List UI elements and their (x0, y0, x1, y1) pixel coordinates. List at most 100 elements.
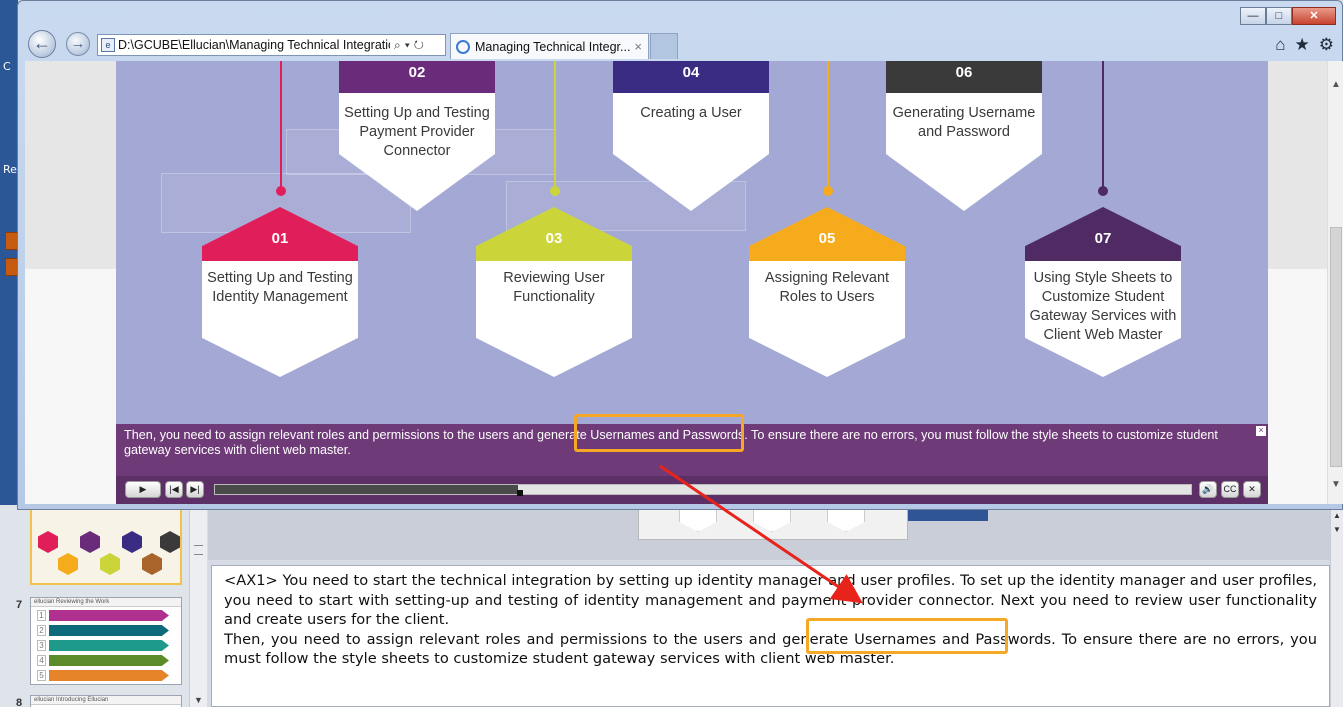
ie-icon (456, 39, 470, 54)
speaker-notes[interactable]: <AX1> You need to start the technical in… (211, 565, 1330, 707)
step-label-06: Generating Username and Password (892, 105, 1036, 140)
play-button[interactable]: ▶ (125, 481, 161, 498)
mini-hex-02 (58, 553, 78, 575)
slide-number-7: 7 (16, 599, 23, 611)
step-number-07: 07 (1094, 230, 1112, 247)
step-number-05: 05 (818, 230, 836, 247)
slide-thumbnail-6[interactable] (30, 505, 182, 585)
thumbnail-scrollbar[interactable]: ▼ (189, 505, 207, 707)
caption-close-icon[interactable]: × (1256, 426, 1266, 436)
step-label-02: Setting Up and Testing Payment Provider … (344, 105, 490, 159)
dot-03 (550, 186, 560, 196)
tab-title: Managing Technical Integr... (475, 39, 631, 54)
seek-progress (215, 485, 518, 494)
mini-number-5: 5 (37, 670, 46, 681)
step-card-07: 07 Using Style Sheets to Customize Stude… (1025, 207, 1181, 377)
step-card-06: 06 Generating Username and Password (886, 61, 1042, 211)
mini-hex-06 (142, 553, 162, 575)
caption-highlight-box (574, 414, 744, 452)
seek-bar[interactable] (214, 484, 1192, 496)
star-icon[interactable]: ★ (1295, 35, 1310, 55)
step-number-04: 04 (682, 64, 700, 81)
mini-number-2: 2 (37, 625, 46, 636)
notes-highlight-box (806, 618, 1008, 654)
scroll-up-icon[interactable]: ▲ (1333, 511, 1341, 520)
notes-paragraph-2: Then, you need to assign relevant roles … (224, 630, 1317, 669)
course-slide: 02 Setting Up and Testing Payment Provid… (116, 61, 1268, 424)
close-window-button[interactable]: ✕ (1292, 7, 1336, 25)
scroll-up-arrow-icon[interactable]: ▲ (1331, 79, 1341, 90)
scrollbar-grip[interactable] (194, 545, 203, 555)
next-button[interactable]: ▶| (186, 481, 204, 498)
step-card-03: 03 Reviewing User Functionality (476, 207, 632, 377)
step-number-02: 02 (408, 64, 426, 81)
player-close-button[interactable]: ✕ (1243, 481, 1261, 498)
seek-handle[interactable] (516, 490, 523, 496)
dot-05 (823, 186, 833, 196)
closed-caption-button[interactable]: CC (1221, 481, 1239, 498)
desktop-label-c: C (3, 60, 11, 73)
mini-bar-2 (49, 625, 169, 636)
dot-07 (1098, 186, 1108, 196)
tab-close-icon[interactable]: × (634, 39, 642, 54)
minimize-button[interactable]: — (1240, 7, 1266, 25)
desktop-label-re: Re (3, 163, 17, 176)
mini-hex-03 (80, 531, 100, 553)
connector-05 (827, 61, 829, 189)
address-text[interactable]: D:\GCUBE\Ellucian\Managing Technical Int… (118, 38, 390, 52)
previous-button[interactable]: |◀ (165, 481, 183, 498)
browser-toolbar-icons: ⌂ ★ ⚙ (1275, 35, 1334, 55)
mini-bar-3 (49, 640, 169, 651)
caption-text-before: Then, you need to assign relevant roles … (124, 428, 591, 442)
step-label-05: Assigning Relevant Roles to Users (764, 270, 890, 305)
forward-button[interactable]: → (66, 32, 90, 56)
connector-07 (1102, 61, 1104, 189)
window-controls: — □ ✕ (1240, 7, 1336, 25)
scroll-down-arrow-icon[interactable]: ▼ (194, 695, 203, 705)
slide-number-8: 8 (16, 697, 23, 707)
back-button[interactable]: ← (28, 30, 56, 58)
mini-number-4: 4 (37, 655, 46, 666)
step-label-04: Creating a User (640, 105, 742, 121)
player-controls: ▶ |◀ ▶| 🔊 CC ✕ (116, 476, 1268, 504)
mini-hex-01 (38, 531, 58, 553)
scroll-down-icon[interactable]: ▼ (1333, 525, 1341, 534)
page-icon: e (101, 38, 115, 52)
step-label-07: Using Style Sheets to Customize Student … (1029, 270, 1177, 343)
mini-bar-5 (49, 670, 169, 681)
notes-text-before: Then, you need to assign relevant roles … (224, 630, 855, 648)
step-number-06: 06 (955, 64, 973, 81)
step-label-01: Setting Up and Testing Identity Manageme… (207, 270, 353, 305)
browser-scrollbar[interactable]: ▲ ▼ (1327, 61, 1343, 504)
mini-bar-1 (49, 610, 169, 621)
thumbnail-header-8: ellucian Introducing Ellucian (31, 696, 181, 705)
mini-number-3: 3 (37, 640, 46, 651)
scroll-down-arrow-icon[interactable]: ▼ (1331, 479, 1341, 490)
maximize-button[interactable]: □ (1266, 7, 1292, 25)
volume-icon[interactable]: 🔊 (1199, 481, 1217, 498)
slide-thumbnail-7[interactable]: ellucian Reviewing the Work 1 2 3 4 5 (30, 597, 182, 685)
slide-thumbnail-8[interactable]: ellucian Introducing Ellucian (30, 695, 182, 707)
new-tab-button[interactable] (650, 33, 678, 59)
mini-bar-4 (49, 655, 169, 666)
notes-paragraph-1: <AX1> You need to start the technical in… (224, 572, 1317, 628)
browser-scroll-thumb[interactable] (1330, 227, 1342, 467)
address-tools[interactable]: ⌕▾↻ (394, 38, 428, 53)
dot-01 (276, 186, 286, 196)
mini-hex-07 (160, 531, 180, 553)
slide-preview-peek (638, 505, 908, 540)
thumbnail-header: ellucian Reviewing the Work (31, 598, 181, 607)
mini-number-1: 1 (37, 610, 46, 621)
step-card-05: 05 Assigning Relevant Roles to Users (749, 207, 905, 377)
connector-01 (280, 61, 282, 189)
mini-hex-04 (100, 553, 120, 575)
connector-03 (554, 61, 556, 189)
home-icon[interactable]: ⌂ (1275, 35, 1285, 55)
step-label-03: Reviewing User Functionality (503, 270, 605, 305)
address-bar[interactable]: e D:\GCUBE\Ellucian\Managing Technical I… (97, 34, 446, 56)
tab-active[interactable]: Managing Technical Integr... × (450, 33, 649, 59)
slide-thumbnail-pane[interactable]: 7 ellucian Reviewing the Work 1 2 3 4 5 … (0, 505, 207, 707)
gear-icon[interactable]: ⚙ (1319, 35, 1334, 55)
notes-scrollbar[interactable]: ▲ ▼ (1330, 505, 1343, 707)
step-number-03: 03 (545, 230, 563, 247)
